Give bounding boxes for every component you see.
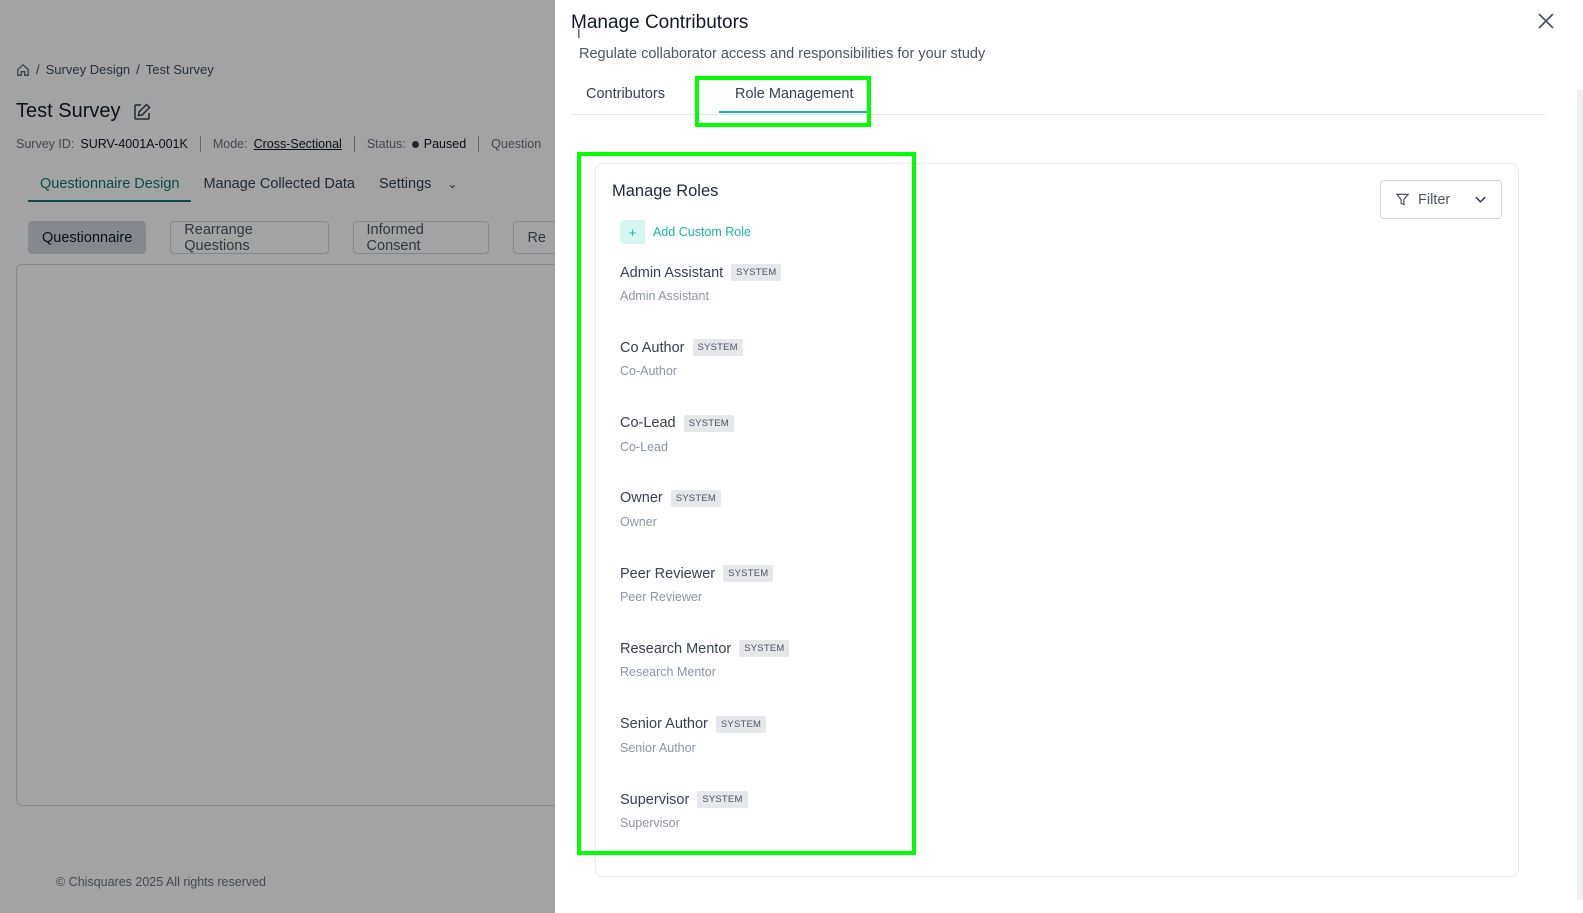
filter-icon [1395, 193, 1410, 206]
roles-list: Admin Assistant SYSTEM Admin Assistant Co… [620, 264, 790, 866]
drawer-tabs: Contributors Role Management [571, 78, 1545, 115]
system-badge: SYSTEM [692, 339, 743, 357]
role-description: Owner [620, 514, 657, 529]
role-item-peer-reviewer[interactable]: Peer Reviewer SYSTEM Peer Reviewer [620, 565, 789, 640]
text-cursor-icon: I [577, 26, 581, 41]
role-description: Peer Reviewer [620, 590, 702, 605]
close-icon[interactable] [1537, 12, 1555, 30]
role-description: Co-Author [620, 364, 677, 379]
tab-contributors[interactable]: Contributors [586, 86, 665, 102]
system-badge: SYSTEM [723, 565, 774, 583]
manage-roles-card: Manage Roles + Add Custom Role Filter Ad… [595, 163, 1519, 877]
role-item-co-author[interactable]: Co Author SYSTEM Co-Author [620, 339, 789, 414]
tab-role-management[interactable]: Role Management [719, 86, 870, 113]
role-item-supervisor[interactable]: Supervisor SYSTEM Supervisor [620, 791, 789, 866]
system-badge: SYSTEM [715, 715, 767, 733]
system-badge: SYSTEM [739, 640, 790, 658]
manage-contributors-drawer: Manage Contributors Regulate collaborato… [555, 0, 1583, 913]
modal-backdrop[interactable] [0, 0, 560, 913]
role-description: Admin Assistant [620, 289, 709, 303]
role-item-co-lead[interactable]: Co-Lead SYSTEM Co-Lead [620, 414, 789, 490]
role-name: Research Mentor [620, 640, 732, 657]
filter-dropdown[interactable]: Filter [1380, 180, 1502, 219]
role-description: Senior Author [620, 740, 696, 755]
role-name: Senior Author [620, 716, 708, 733]
system-badge: SYSTEM [683, 414, 734, 432]
role-description: Supervisor [620, 816, 680, 831]
chevron-down-icon [1475, 196, 1486, 203]
role-name: Supervisor [620, 791, 690, 808]
role-name: Co-Lead [620, 415, 676, 432]
role-item-research-mentor[interactable]: Research Mentor SYSTEM Research Mentor [620, 640, 790, 715]
drawer-title: Manage Contributors [571, 12, 749, 33]
role-item-admin-assistant[interactable]: Admin Assistant SYSTEM Admin Assistant [620, 264, 789, 339]
system-badge: SYSTEM [670, 489, 721, 507]
role-description: Research Mentor [620, 665, 716, 680]
system-badge: SYSTEM [731, 264, 782, 281]
system-badge: SYSTEM [697, 791, 748, 809]
plus-icon: + [620, 220, 645, 244]
manage-roles-title: Manage Roles [612, 182, 719, 200]
add-custom-role-button[interactable]: + Add Custom Role [620, 220, 751, 244]
role-item-senior-author[interactable]: Senior Author SYSTEM Senior Author [620, 715, 789, 791]
role-name: Admin Assistant [620, 264, 724, 281]
role-name: Peer Reviewer [620, 565, 716, 582]
drawer-subtitle: Regulate collaborator access and respons… [579, 46, 986, 62]
role-name: Owner [620, 490, 663, 507]
role-description: Co-Lead [620, 439, 668, 454]
role-item-owner[interactable]: Owner SYSTEM Owner [620, 489, 789, 565]
role-name: Co Author [620, 339, 685, 356]
scrollbar[interactable] [1577, 90, 1583, 900]
